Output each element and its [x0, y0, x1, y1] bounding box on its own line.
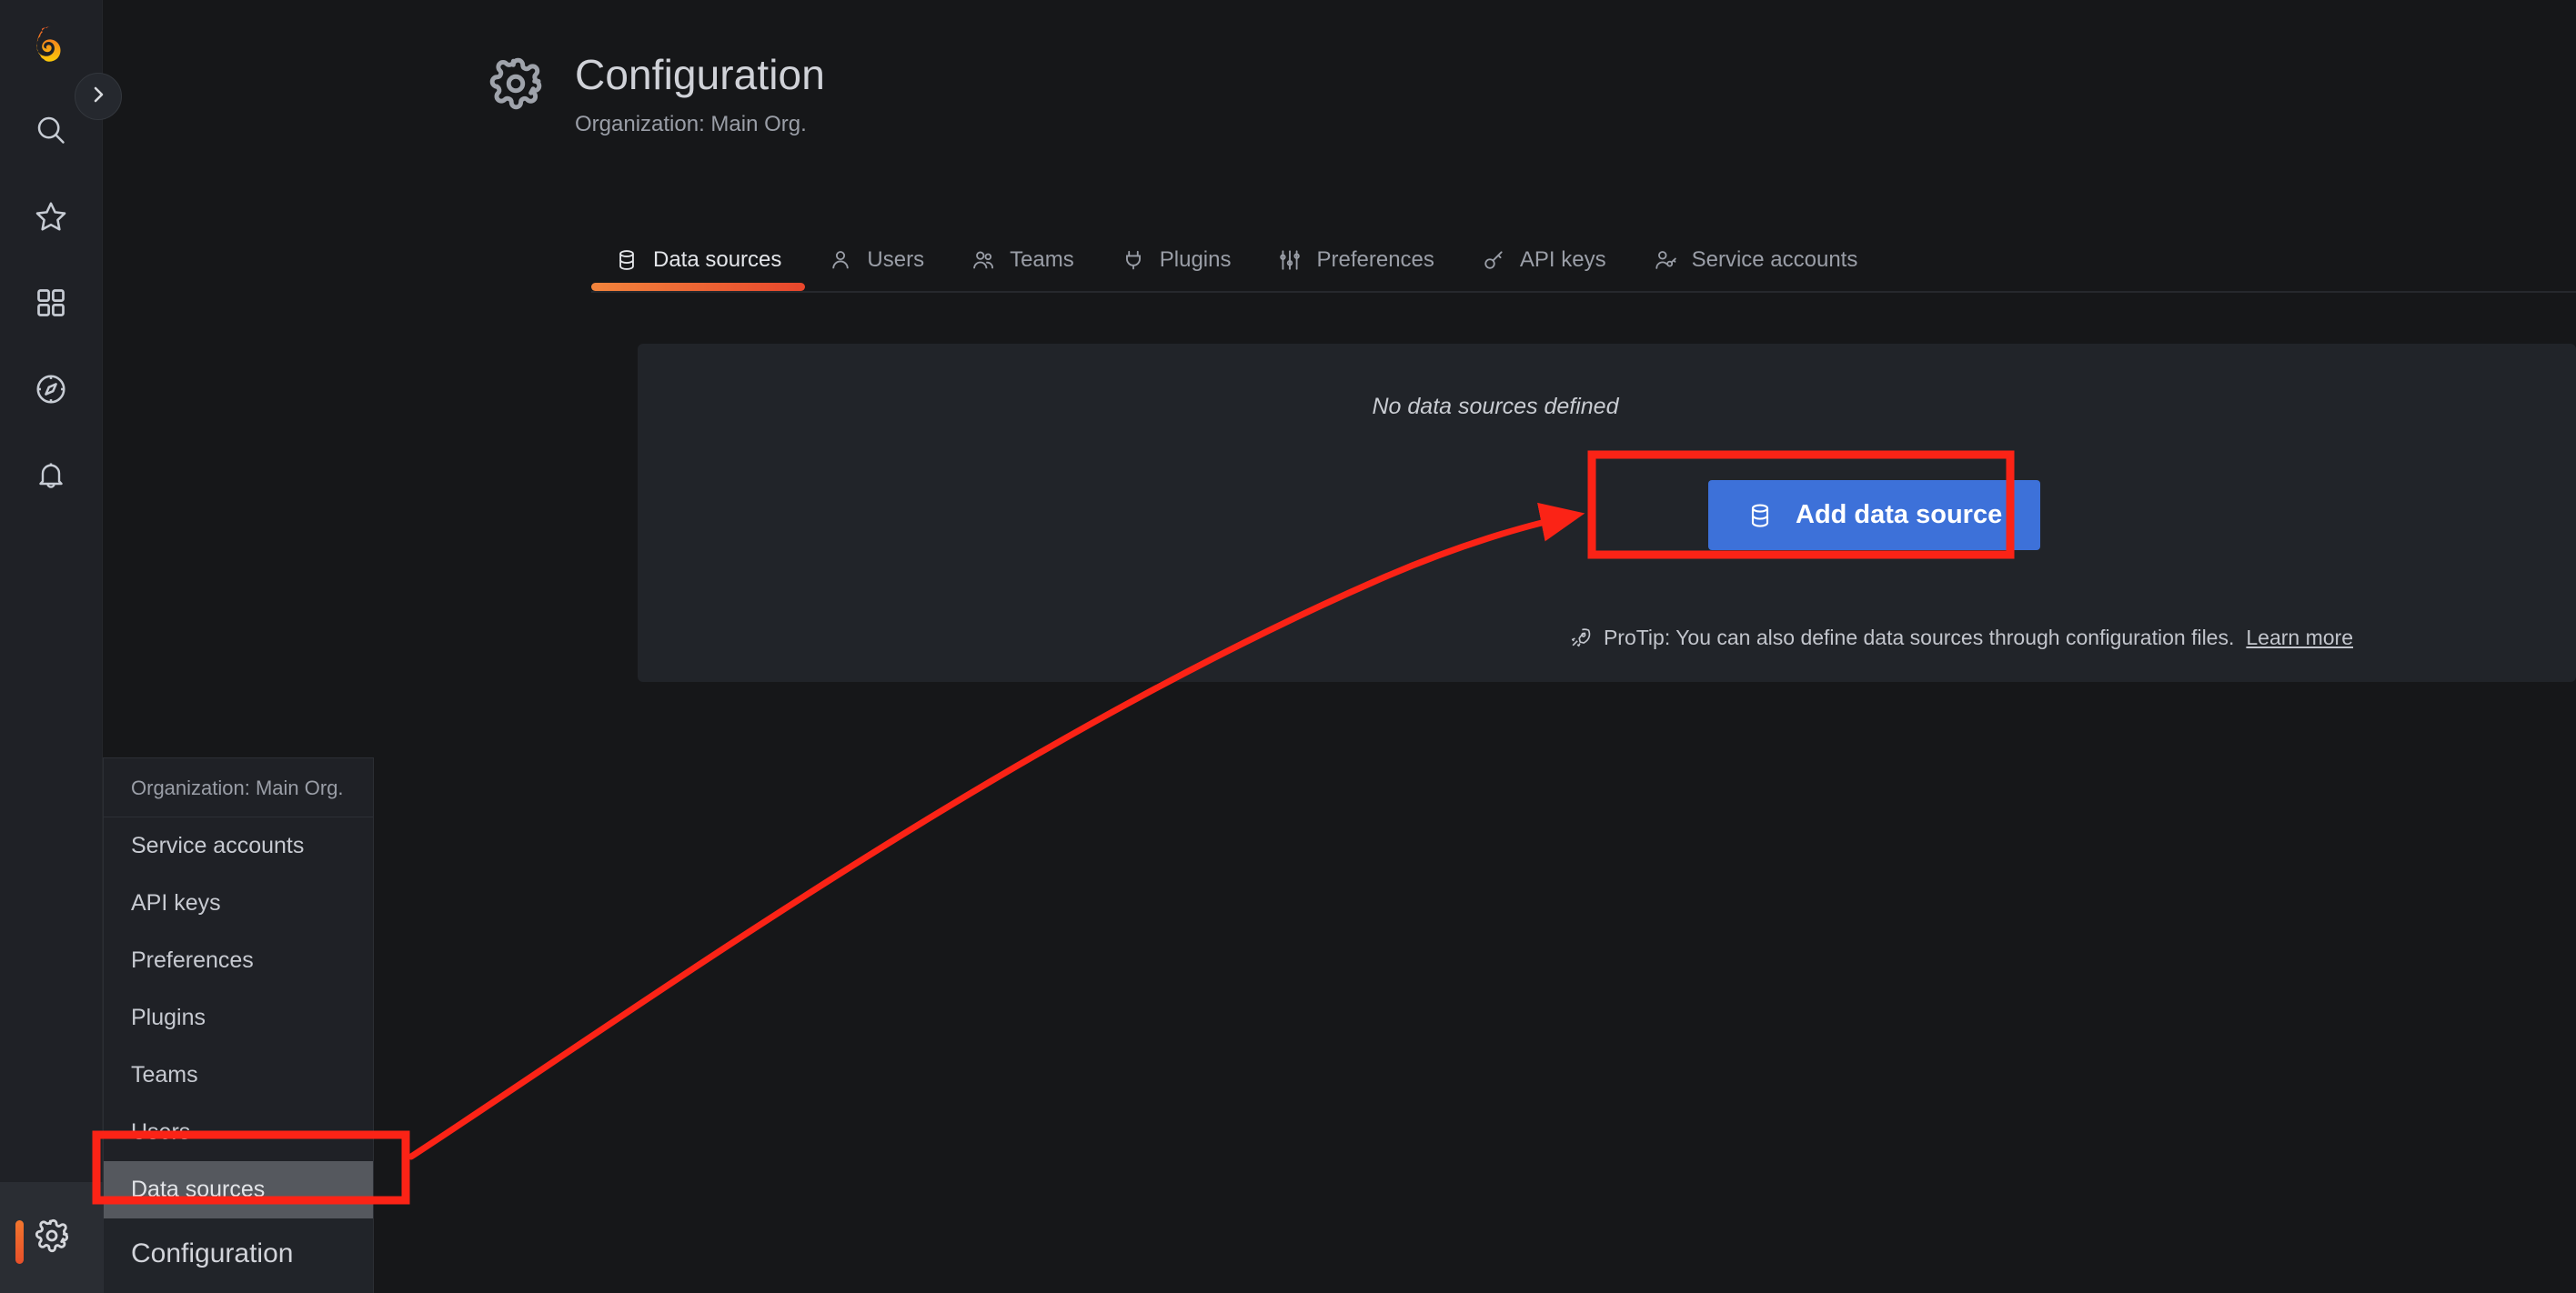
page-subtitle: Organization: Main Org. — [575, 112, 807, 137]
tab-users[interactable]: Users — [805, 247, 948, 291]
tab-label: Service accounts — [1691, 247, 1858, 272]
settings-tab-bar: Data sources Users Teams Plugins Prefere… — [591, 229, 1881, 291]
protip-row: ProTip: You can also define data sources… — [638, 626, 2353, 650]
protip-text: ProTip: You can also define data sources… — [1603, 626, 2235, 649]
tab-label: Preferences — [1316, 247, 1434, 272]
sidebar-expand-toggle[interactable] — [75, 73, 122, 120]
flyout-item-api-keys[interactable]: API keys — [104, 875, 373, 932]
empty-state-message: No data sources defined — [1372, 394, 1619, 419]
page-header: Configuration Organization: Main Org. — [488, 50, 825, 137]
tab-label: Teams — [1010, 247, 1074, 272]
search-icon — [34, 113, 68, 147]
flyout-org-header: Organization: Main Org. — [104, 758, 373, 817]
tab-preferences[interactable]: Preferences — [1254, 247, 1457, 291]
left-nav-rail — [0, 0, 103, 1293]
active-indicator-bar — [15, 1220, 24, 1264]
tab-label: Plugins — [1159, 247, 1232, 272]
page-title: Configuration — [575, 51, 825, 98]
learn-more-link[interactable]: Learn more — [2246, 626, 2353, 650]
compass-icon — [34, 372, 68, 406]
tab-label: Users — [867, 247, 925, 272]
key-icon — [1482, 248, 1505, 272]
chevron-right-icon — [87, 84, 109, 110]
user-key-icon — [1654, 248, 1677, 272]
plug-icon — [1122, 248, 1145, 272]
tab-bar-divider — [591, 291, 2576, 293]
tab-teams[interactable]: Teams — [948, 247, 1098, 291]
add-data-source-button-label: Add data source — [1796, 500, 2003, 529]
flyout-item-service-accounts[interactable]: Service accounts — [104, 817, 373, 875]
grafana-configuration-page: Configuration Organization: Main Org. Da… — [0, 0, 2576, 1293]
tab-label: Data sources — [653, 247, 782, 272]
flyout-item-data-sources[interactable]: Data sources — [104, 1161, 373, 1218]
apps-grid-icon — [35, 286, 67, 319]
flyout-item-teams[interactable]: Teams — [104, 1047, 373, 1104]
database-icon — [615, 248, 639, 272]
flyout-configuration-label[interactable]: Configuration — [104, 1218, 373, 1293]
users-icon — [971, 248, 995, 272]
tab-data-sources[interactable]: Data sources — [591, 247, 806, 291]
database-icon — [1746, 502, 1774, 529]
bell-icon — [35, 459, 67, 492]
rocket-icon — [1569, 626, 1592, 649]
sidebar-item-starred[interactable] — [0, 173, 103, 259]
tab-service-accounts[interactable]: Service accounts — [1630, 247, 1882, 291]
gear-icon — [488, 55, 544, 116]
star-icon — [34, 199, 68, 234]
sidebar-item-explore[interactable] — [0, 346, 103, 432]
tab-api-keys[interactable]: API keys — [1458, 247, 1630, 291]
flyout-item-plugins[interactable]: Plugins — [104, 989, 373, 1047]
sidebar-item-dashboards[interactable] — [0, 259, 103, 346]
main-content-area: Configuration Organization: Main Org. Da… — [103, 0, 2576, 1293]
sliders-icon — [1278, 248, 1302, 272]
page-header-text: Configuration Organization: Main Org. — [575, 50, 825, 137]
user-icon — [829, 248, 852, 272]
tab-plugins[interactable]: Plugins — [1098, 247, 1255, 291]
grafana-logo[interactable] — [0, 0, 103, 86]
add-data-source-button[interactable]: Add data source — [1708, 480, 2041, 550]
data-sources-empty-panel: No data sources defined Add data source — [638, 344, 2576, 682]
sidebar-item-alerting[interactable] — [0, 432, 103, 518]
configuration-flyout-menu: Organization: Main Org. Service accounts… — [103, 757, 374, 1293]
flyout-item-preferences[interactable]: Preferences — [104, 932, 373, 989]
tab-label: API keys — [1519, 247, 1606, 272]
flyout-item-users[interactable]: Users — [104, 1104, 373, 1161]
sidebar-item-configuration[interactable] — [0, 1182, 103, 1293]
gear-icon — [34, 1218, 70, 1258]
